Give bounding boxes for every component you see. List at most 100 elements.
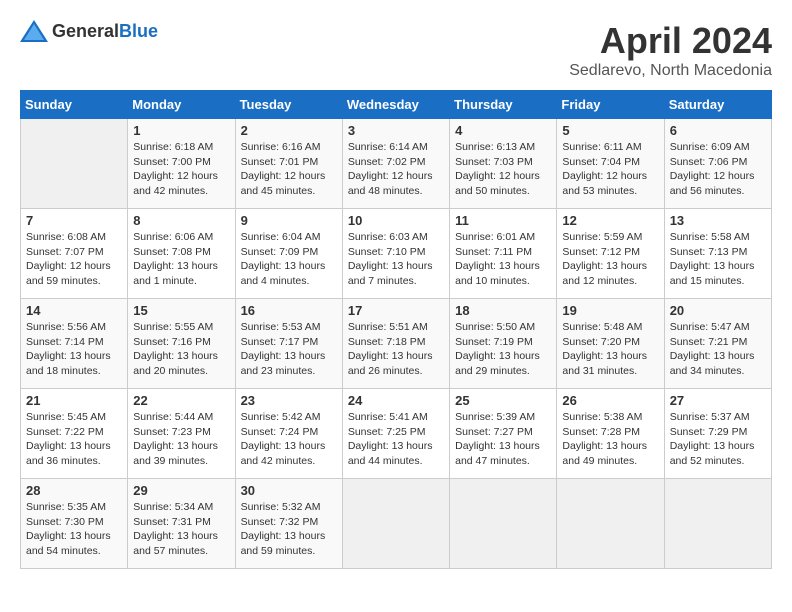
calendar-week-row: 21Sunrise: 5:45 AMSunset: 7:22 PMDayligh… (21, 389, 772, 479)
calendar-cell: 13Sunrise: 5:58 AMSunset: 7:13 PMDayligh… (664, 209, 771, 299)
calendar-cell: 12 Sunrise: 5:59 AMSunset: 7:12 PMDayligh… (557, 209, 664, 299)
day-number: 5 (562, 123, 658, 138)
day-of-week-header: Sunday (21, 91, 128, 119)
day-info: Sunrise: 5:39 AMSunset: 7:27 PMDaylight:… (455, 410, 551, 469)
day-number: 28 (26, 483, 122, 498)
day-of-week-header: Thursday (450, 91, 557, 119)
calendar-cell: 20Sunrise: 5:47 AMSunset: 7:21 PMDayligh… (664, 299, 771, 389)
month-title: April 2024 (569, 20, 772, 62)
day-of-week-header: Monday (128, 91, 235, 119)
day-number: 3 (348, 123, 444, 138)
calendar-cell (21, 119, 128, 209)
title-block: April 2024 Sedlarevo, North Macedonia (569, 20, 772, 80)
calendar-cell: 25 Sunrise: 5:39 AMSunset: 7:27 PMDayligh… (450, 389, 557, 479)
day-of-week-header: Tuesday (235, 91, 342, 119)
day-number: 10 (348, 213, 444, 228)
calendar-body: 1 Sunrise: 6:18 AMSunset: 7:00 PMDaylight… (21, 119, 772, 569)
day-number: 7 (26, 213, 122, 228)
day-info: Sunrise: 5:44 AMSunset: 7:23 PMDaylight:… (133, 410, 229, 469)
calendar-cell: 2 Sunrise: 6:16 AMSunset: 7:01 PMDaylight… (235, 119, 342, 209)
day-number: 18 (455, 303, 551, 318)
day-info: Sunrise: 5:34 AMSunset: 7:31 PMDaylight:… (133, 500, 229, 559)
calendar-cell: 7 Sunrise: 6:08 AMSunset: 7:07 PMDaylight… (21, 209, 128, 299)
day-number: 12 (562, 213, 658, 228)
day-info: Sunrise: 6:06 AMSunset: 7:08 PMDaylight:… (133, 230, 229, 289)
calendar-cell: 5 Sunrise: 6:11 AMSunset: 7:04 PMDaylight… (557, 119, 664, 209)
calendar-cell: 28 Sunrise: 5:35 AMSunset: 7:30 PMDayligh… (21, 479, 128, 569)
day-number: 8 (133, 213, 229, 228)
logo-general-text: General (52, 21, 119, 41)
day-info: Sunrise: 6:04 AMSunset: 7:09 PMDaylight:… (241, 230, 337, 289)
calendar-cell: 4 Sunrise: 6:13 AMSunset: 7:03 PMDaylight… (450, 119, 557, 209)
calendar-cell: 9 Sunrise: 6:04 AMSunset: 7:09 PMDaylight… (235, 209, 342, 299)
day-info: Sunrise: 5:55 AMSunset: 7:16 PMDaylight:… (133, 320, 229, 379)
day-number: 6 (670, 123, 766, 138)
day-number: 22 (133, 393, 229, 408)
calendar-cell: 3 Sunrise: 6:14 AMSunset: 7:02 PMDaylight… (342, 119, 449, 209)
day-info: Sunrise: 5:41 AMSunset: 7:25 PMDaylight:… (348, 410, 444, 469)
day-info: Sunrise: 6:08 AMSunset: 7:07 PMDaylight:… (26, 230, 122, 289)
day-number: 29 (133, 483, 229, 498)
calendar-cell: 14 Sunrise: 5:56 AMSunset: 7:14 PMDayligh… (21, 299, 128, 389)
calendar-week-row: 28 Sunrise: 5:35 AMSunset: 7:30 PMDayligh… (21, 479, 772, 569)
day-info: Sunrise: 6:14 AMSunset: 7:02 PMDaylight:… (348, 140, 444, 199)
day-number: 21 (26, 393, 122, 408)
day-number: 4 (455, 123, 551, 138)
calendar-cell: 18Sunrise: 5:50 AMSunset: 7:19 PMDayligh… (450, 299, 557, 389)
day-number: 14 (26, 303, 122, 318)
day-number: 16 (241, 303, 337, 318)
calendar-cell: 26 Sunrise: 5:38 AMSunset: 7:28 PMDayligh… (557, 389, 664, 479)
calendar-cell (664, 479, 771, 569)
calendar-header-row: SundayMondayTuesdayWednesdayThursdayFrid… (21, 91, 772, 119)
day-info: Sunrise: 5:35 AMSunset: 7:30 PMDaylight:… (26, 500, 122, 559)
day-info: Sunrise: 5:47 AMSunset: 7:21 PMDaylight:… (670, 320, 766, 379)
calendar-cell: 15 Sunrise: 5:55 AMSunset: 7:16 PMDayligh… (128, 299, 235, 389)
calendar-table: SundayMondayTuesdayWednesdayThursdayFrid… (20, 90, 772, 569)
day-number: 26 (562, 393, 658, 408)
day-of-week-header: Friday (557, 91, 664, 119)
logo: GeneralBlue (20, 20, 158, 42)
day-info: Sunrise: 6:13 AMSunset: 7:03 PMDaylight:… (455, 140, 551, 199)
calendar-cell: 30 Sunrise: 5:32 AMSunset: 7:32 PMDayligh… (235, 479, 342, 569)
day-info: Sunrise: 6:03 AMSunset: 7:10 PMDaylight:… (348, 230, 444, 289)
calendar-cell (342, 479, 449, 569)
day-number: 9 (241, 213, 337, 228)
day-info: Sunrise: 6:16 AMSunset: 7:01 PMDaylight:… (241, 140, 337, 199)
day-info: Sunrise: 5:32 AMSunset: 7:32 PMDaylight:… (241, 500, 337, 559)
calendar-cell (450, 479, 557, 569)
day-number: 30 (241, 483, 337, 498)
day-number: 11 (455, 213, 551, 228)
day-info: Sunrise: 5:38 AMSunset: 7:28 PMDaylight:… (562, 410, 658, 469)
day-number: 1 (133, 123, 229, 138)
calendar-cell: 22 Sunrise: 5:44 AMSunset: 7:23 PMDayligh… (128, 389, 235, 479)
day-info: Sunrise: 6:18 AMSunset: 7:00 PMDaylight:… (133, 140, 229, 199)
calendar-cell (557, 479, 664, 569)
day-number: 24 (348, 393, 444, 408)
page-header: GeneralBlue April 2024 Sedlarevo, North … (20, 20, 772, 80)
day-info: Sunrise: 6:11 AMSunset: 7:04 PMDaylight:… (562, 140, 658, 199)
day-number: 25 (455, 393, 551, 408)
calendar-cell: 27Sunrise: 5:37 AMSunset: 7:29 PMDayligh… (664, 389, 771, 479)
logo-icon (20, 20, 48, 42)
day-number: 19 (562, 303, 658, 318)
day-number: 2 (241, 123, 337, 138)
day-info: Sunrise: 5:53 AMSunset: 7:17 PMDaylight:… (241, 320, 337, 379)
calendar-cell: 24 Sunrise: 5:41 AMSunset: 7:25 PMDayligh… (342, 389, 449, 479)
calendar-cell: 8 Sunrise: 6:06 AMSunset: 7:08 PMDaylight… (128, 209, 235, 299)
calendar-cell: 17 Sunrise: 5:51 AMSunset: 7:18 PMDayligh… (342, 299, 449, 389)
location-title: Sedlarevo, North Macedonia (569, 62, 772, 80)
day-info: Sunrise: 5:59 AMSunset: 7:12 PMDaylight:… (562, 230, 658, 289)
calendar-cell: 21Sunrise: 5:45 AMSunset: 7:22 PMDayligh… (21, 389, 128, 479)
day-info: Sunrise: 5:56 AMSunset: 7:14 PMDaylight:… (26, 320, 122, 379)
calendar-cell: 29 Sunrise: 5:34 AMSunset: 7:31 PMDayligh… (128, 479, 235, 569)
day-number: 23 (241, 393, 337, 408)
day-of-week-header: Saturday (664, 91, 771, 119)
day-info: Sunrise: 5:42 AMSunset: 7:24 PMDaylight:… (241, 410, 337, 469)
calendar-week-row: 1 Sunrise: 6:18 AMSunset: 7:00 PMDaylight… (21, 119, 772, 209)
day-of-week-header: Wednesday (342, 91, 449, 119)
day-number: 15 (133, 303, 229, 318)
calendar-cell: 10 Sunrise: 6:03 AMSunset: 7:10 PMDayligh… (342, 209, 449, 299)
day-info: Sunrise: 6:09 AMSunset: 7:06 PMDaylight:… (670, 140, 766, 199)
day-info: Sunrise: 5:51 AMSunset: 7:18 PMDaylight:… (348, 320, 444, 379)
day-number: 17 (348, 303, 444, 318)
